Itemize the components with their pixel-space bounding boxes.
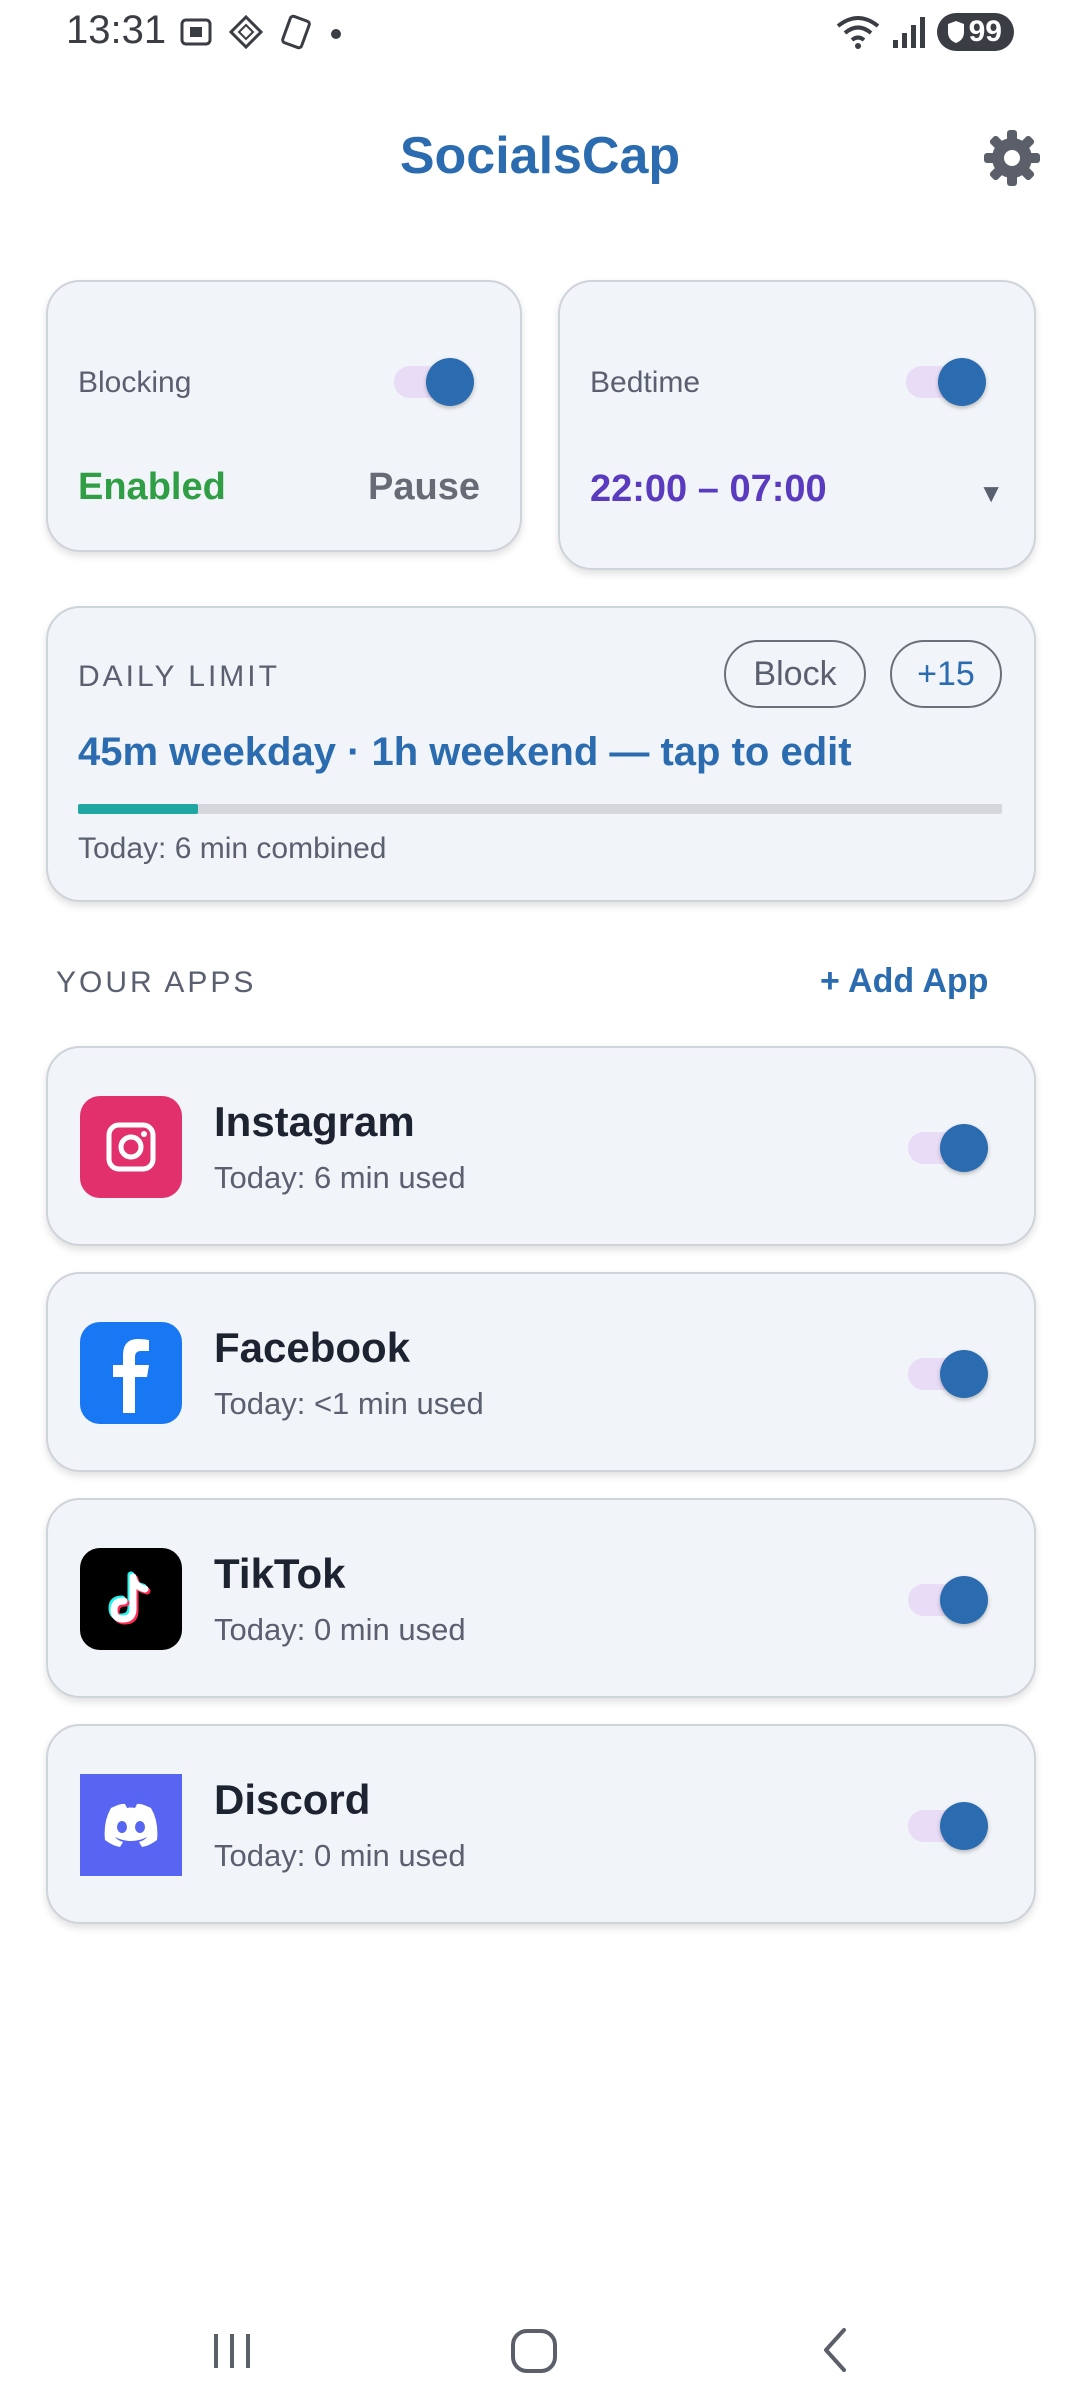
- instagram-glyph: [106, 1122, 156, 1172]
- blocking-toggle[interactable]: [394, 356, 476, 408]
- status-time: 13:31: [66, 8, 167, 52]
- add-15-button[interactable]: +15: [890, 640, 1002, 708]
- rotate-icon: [281, 14, 311, 50]
- bedtime-card: Bedtime 22:00 – 07:00 ▼: [558, 280, 1036, 570]
- home-icon[interactable]: [504, 2320, 564, 2380]
- app-usage: Today: <1 min used: [214, 1386, 484, 1421]
- block-button[interactable]: Block: [724, 640, 866, 708]
- shield-icon: [947, 21, 964, 43]
- discord-icon: [80, 1774, 182, 1876]
- app-name: Discord: [214, 1776, 371, 1823]
- system-nav-bar: [0, 2290, 1080, 2408]
- toggle-knob: [426, 358, 474, 406]
- pause-button[interactable]: Pause: [368, 466, 480, 509]
- diamond-app-icon: [228, 14, 264, 50]
- today-combined: Today: 6 min combined: [78, 832, 387, 865]
- limit-summary[interactable]: 45m weekday · 1h weekend — tap to edit: [78, 730, 852, 775]
- app-usage: Today: 0 min used: [214, 1838, 466, 1873]
- app-name: Instagram: [214, 1098, 415, 1145]
- app-card-discord[interactable]: Discord Today: 0 min used: [46, 1724, 1036, 1924]
- wifi-icon: [836, 16, 879, 49]
- your-apps-label: YOUR APPS: [56, 966, 257, 999]
- discord-glyph: [104, 1803, 158, 1847]
- facebook-icon: [80, 1322, 182, 1424]
- discord-toggle[interactable]: [908, 1800, 990, 1852]
- app-usage: Today: 6 min used: [214, 1160, 466, 1195]
- app-name: Facebook: [214, 1324, 411, 1371]
- limit-progress-fill: [78, 804, 199, 814]
- daily-limit-card[interactable]: DAILY LIMIT Block +15 45m weekday · 1h w…: [46, 606, 1036, 902]
- blocking-card: Blocking Enabled Pause: [46, 280, 522, 552]
- instagram-icon: [80, 1096, 182, 1198]
- toggle-knob: [940, 1124, 988, 1172]
- daily-limit-label: DAILY LIMIT: [78, 660, 280, 693]
- app-card-tiktok[interactable]: TikTok Today: 0 min used: [46, 1498, 1036, 1698]
- tiktok-glyph: [108, 1571, 151, 1625]
- facebook-toggle[interactable]: [908, 1348, 990, 1400]
- battery-level: 99: [968, 15, 1002, 48]
- facebook-glyph: [113, 1339, 149, 1413]
- bedtime-label: Bedtime: [590, 366, 701, 399]
- chevron-down-icon[interactable]: ▼: [978, 478, 1004, 509]
- instagram-toggle[interactable]: [908, 1122, 990, 1174]
- app-usage: Today: 0 min used: [214, 1612, 466, 1647]
- toggle-knob: [940, 1350, 988, 1398]
- tiktok-icon: [80, 1548, 182, 1650]
- more-notifications-dot: [331, 29, 341, 39]
- limit-progress-bar: [78, 804, 1002, 814]
- blocking-label: Blocking: [78, 366, 192, 399]
- bedtime-range[interactable]: 22:00 – 07:00: [590, 468, 827, 511]
- toggle-knob: [940, 1802, 988, 1850]
- app-card-facebook[interactable]: Facebook Today: <1 min used: [46, 1272, 1036, 1472]
- app-name: TikTok: [214, 1550, 346, 1597]
- page-title: SocialsCap: [399, 127, 681, 185]
- notification-icons: [178, 14, 344, 50]
- screenshot-icon: [180, 18, 212, 46]
- recent-apps-icon[interactable]: [202, 2320, 262, 2380]
- gear-icon: [984, 130, 1040, 186]
- settings-button[interactable]: [982, 128, 1042, 188]
- toggle-knob: [940, 1576, 988, 1624]
- tiktok-toggle[interactable]: [908, 1574, 990, 1626]
- battery-indicator: 99: [936, 13, 1014, 51]
- toggle-knob: [938, 358, 986, 406]
- blocking-status: Enabled: [78, 466, 226, 508]
- add-app-button[interactable]: + Add App: [820, 962, 988, 1001]
- bedtime-toggle[interactable]: [906, 356, 988, 408]
- back-icon[interactable]: [806, 2320, 866, 2380]
- system-icons: 99: [835, 12, 1014, 52]
- app-card-instagram[interactable]: Instagram Today: 6 min used: [46, 1046, 1036, 1246]
- status-bar: 13:31 99: [0, 0, 1080, 70]
- signal-icon: [892, 17, 925, 48]
